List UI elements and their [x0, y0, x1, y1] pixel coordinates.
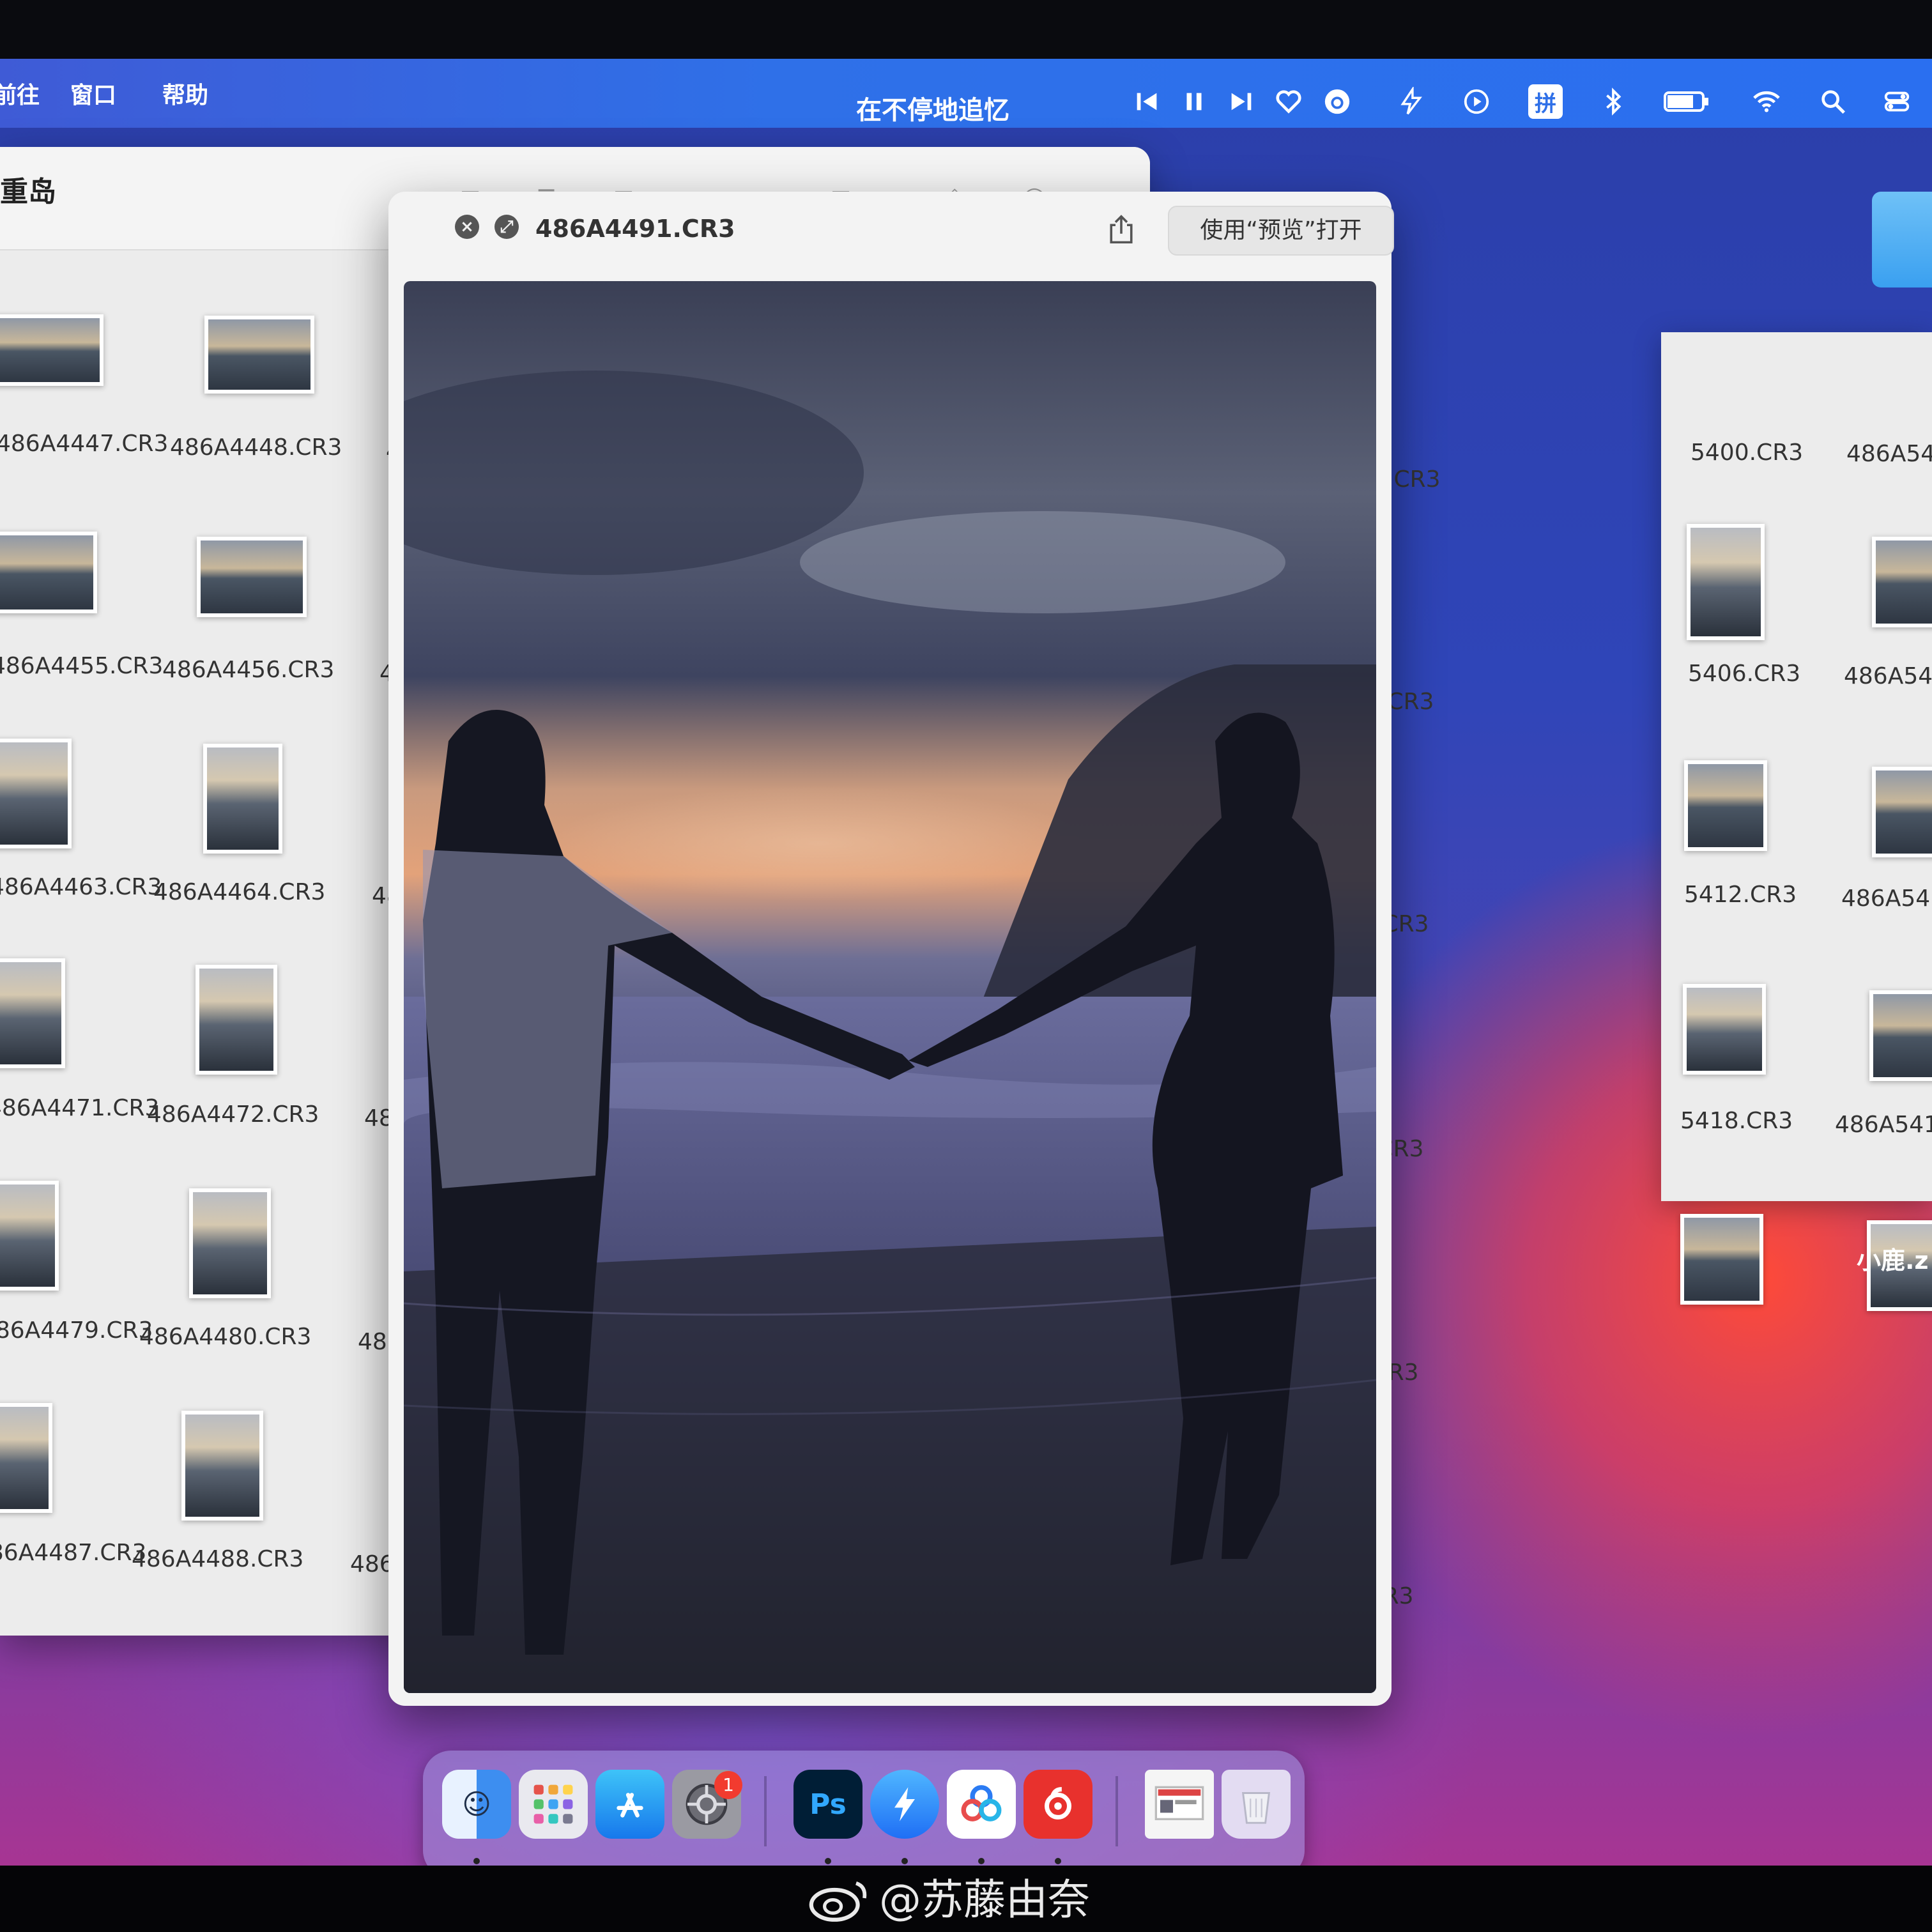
file-name[interactable]: 486A541 [1835, 1112, 1932, 1138]
file-name[interactable]: 486A54 [1846, 441, 1932, 467]
thumbnail[interactable] [204, 316, 314, 394]
wifi-icon[interactable] [1749, 84, 1784, 119]
thumbnail[interactable] [0, 1181, 59, 1291]
file-name[interactable]: 486A4456.CR3 [162, 657, 334, 683]
file-name[interactable]: 486A4448.CR3 [170, 434, 342, 461]
file-name[interactable]: 486A4471.CR3 [0, 1095, 159, 1121]
thumbnail[interactable] [1872, 537, 1932, 627]
thumbnail[interactable] [181, 1411, 263, 1521]
previous-track-icon[interactable] [1130, 84, 1164, 119]
heart-icon[interactable] [1271, 84, 1306, 119]
file-name[interactable]: 486A54 [1844, 663, 1932, 689]
desktop-item-label[interactable]: 小鹿.z [1857, 1241, 1929, 1276]
thumbnail[interactable] [0, 739, 72, 848]
running-indicator [1055, 1858, 1061, 1864]
thumbnail[interactable] [1680, 1214, 1763, 1305]
close-icon[interactable]: × [455, 215, 479, 239]
preview-window-thumbnail-icon[interactable] [1145, 1770, 1214, 1839]
finder-icon[interactable]: ☺ [442, 1770, 511, 1839]
netease-cloud-music-icon[interactable] [1023, 1770, 1092, 1839]
thumbnail[interactable] [203, 744, 282, 854]
thumbnail[interactable] [195, 965, 277, 1075]
share-icon[interactable] [1104, 212, 1138, 247]
file-name[interactable]: 486A4472.CR3 [147, 1101, 319, 1128]
app-store-icon[interactable] [595, 1770, 664, 1839]
bolt-icon[interactable] [1394, 84, 1429, 119]
running-indicator [901, 1858, 908, 1864]
thumbnail[interactable] [1869, 990, 1932, 1081]
thumbnail[interactable] [0, 532, 97, 613]
thumbnail[interactable] [1683, 984, 1766, 1075]
file-name[interactable]: 486A4463.CR3 [0, 874, 162, 900]
file-name[interactable]: 486A4464.CR3 [153, 879, 325, 905]
next-track-icon[interactable] [1224, 84, 1259, 119]
file-name[interactable]: 5400.CR3 [1690, 440, 1803, 466]
quick-look-filename: 486A4491.CR3 [535, 215, 735, 243]
menu-window[interactable]: 窗口 [70, 77, 116, 110]
file-name[interactable]: 486A4447.CR3 [0, 431, 168, 457]
notification-badge: 1 [714, 1771, 742, 1799]
trash-icon[interactable] [1222, 1770, 1291, 1839]
beach-couple-photo [404, 281, 1376, 1693]
search-icon[interactable] [1816, 84, 1850, 119]
dock-separator [1116, 1776, 1118, 1846]
fullscreen-icon[interactable]: ⤢ [494, 215, 519, 239]
thumbnail[interactable] [1684, 760, 1767, 851]
file-name[interactable]: .CR3 [1386, 466, 1441, 493]
input-method-icon[interactable]: 拼 [1528, 84, 1563, 119]
quick-look-window: × ⤢ 486A4491.CR3 使用“预览”打开 [388, 192, 1394, 1706]
control-center-icon[interactable] [1880, 84, 1914, 119]
thumbnail[interactable] [0, 314, 103, 386]
battery-icon[interactable] [1661, 84, 1712, 119]
thunder-download-icon[interactable] [870, 1770, 939, 1839]
monitor-bezel-top [0, 0, 1932, 59]
photoshop-icon[interactable]: Ps [793, 1770, 862, 1839]
file-name[interactable]: 486A4479.CR3 [0, 1317, 153, 1344]
file-name[interactable]: 486A4480.CR3 [139, 1324, 311, 1350]
desktop: 前往 窗口 帮助 在不停地追忆 拼 5400.CR3 486A54 5406.C… [0, 0, 1932, 1932]
file-name[interactable]: 486A4455.CR3 [0, 653, 163, 679]
baidu-netdisk-icon[interactable] [947, 1770, 1016, 1839]
file-name[interactable]: 486A54 [1841, 885, 1930, 912]
running-indicator [978, 1858, 985, 1864]
finder-window-right: 5400.CR3 486A54 5406.CR3 486A54 5412.CR3… [1661, 332, 1932, 1311]
dock-separator [764, 1776, 767, 1846]
running-indicator [473, 1858, 480, 1864]
menu-help[interactable]: 帮助 [162, 77, 208, 110]
file-name[interactable]: 486 [350, 1551, 394, 1577]
dock: ☺ Ps [423, 1751, 1305, 1878]
running-indicator [825, 1858, 831, 1864]
quick-look-header: × ⤢ 486A4491.CR3 使用“预览”打开 [388, 192, 1394, 275]
thumbnail[interactable] [1687, 524, 1765, 640]
file-name[interactable]: 5406.CR3 [1688, 661, 1800, 687]
weibo-logo-icon [809, 1881, 867, 1922]
play-circle-icon[interactable] [1459, 84, 1494, 119]
thumbnail[interactable] [189, 1188, 271, 1298]
thumbnail[interactable] [1872, 767, 1932, 857]
window-title: 重岛 [0, 176, 56, 208]
file-name[interactable]: 486A4487.CR3 [0, 1540, 146, 1566]
open-with-preview-button[interactable]: 使用“预览”打开 [1168, 206, 1394, 256]
netease-music-icon[interactable] [1320, 84, 1354, 119]
file-name[interactable]: 5418.CR3 [1680, 1108, 1793, 1134]
watermark: @苏藤由奈 [879, 1875, 1090, 1924]
file-name[interactable]: 486A4488.CR3 [132, 1546, 303, 1572]
pause-icon[interactable] [1177, 84, 1211, 119]
thumbnail[interactable] [0, 1403, 52, 1513]
file-name[interactable]: 5412.CR3 [1684, 882, 1797, 908]
launchpad-icon[interactable] [519, 1770, 588, 1839]
menu-bar: 前往 窗口 帮助 在不停地追忆 拼 [0, 59, 1932, 128]
desktop-folder-icon[interactable] [1872, 192, 1932, 288]
bluetooth-icon[interactable] [1596, 84, 1630, 119]
menu-go[interactable]: 前往 [0, 77, 40, 110]
thumbnail[interactable] [0, 958, 65, 1068]
preview-photo [404, 281, 1376, 1693]
thumbnail[interactable] [197, 537, 307, 617]
now-playing-title[interactable]: 在不停地追忆 [856, 89, 1009, 126]
